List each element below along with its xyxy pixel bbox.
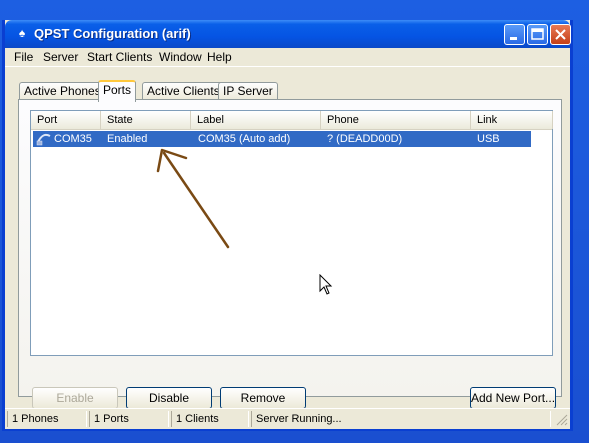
enable-button[interactable]: Enable [32,387,118,409]
column-phone[interactable]: Phone [321,111,471,129]
table-row[interactable]: COM35 Enabled COM35 (Auto add) ? (DEADD0… [33,131,531,147]
add-new-port-button[interactable]: Add New Port... [470,387,556,409]
menu-bar: File Server Start Clients Window Help [5,48,570,67]
status-bar: 1 Phones 1 Ports 1 Clients Server Runnin… [5,408,570,429]
tab-active-clients[interactable]: Active Clients [142,82,225,100]
column-state[interactable]: State [101,111,191,129]
cell-state: Enabled [107,133,148,145]
cell-link: USB [477,133,500,145]
minimize-icon [510,37,517,40]
cell-phone: ? (DEADD00D) [327,133,403,145]
resize-grip-icon[interactable] [556,414,568,429]
tab-ip-server[interactable]: IP Server [218,82,278,100]
column-label[interactable]: Label [191,111,321,129]
remove-button[interactable]: Remove [220,387,306,409]
tab-ports[interactable]: Ports [98,80,137,102]
maximize-button[interactable] [527,24,548,45]
close-icon [555,29,566,40]
status-clients: 1 Clients [171,411,249,427]
cell-label: COM35 (Auto add) [198,133,291,145]
column-link[interactable]: Link [471,111,553,129]
ports-panel: Port State Label Phone Link COM35 Enable… [18,99,562,409]
menu-help[interactable]: Help [207,50,232,64]
menu-file[interactable]: File [14,50,33,64]
ports-list[interactable]: Port State Label Phone Link COM35 Enable… [30,110,553,356]
menu-start-clients[interactable]: Start Clients [87,50,152,64]
menu-window[interactable]: Window [159,50,202,64]
menu-server[interactable]: Server [43,50,78,64]
minimize-button[interactable] [504,24,525,45]
title-bar[interactable]: ♠ QPST Configuration (arif) [5,20,571,48]
list-header: Port State Label Phone Link [31,111,553,130]
window-title: QPST Configuration (arif) [34,26,191,41]
status-ports: 1 Ports [89,411,169,427]
disable-button[interactable]: Disable [126,387,212,409]
cell-port: COM35 [54,133,92,145]
close-button[interactable] [550,24,571,45]
tab-active-phones[interactable]: Active Phones [19,82,106,100]
main-window: ♠ QPST Configuration (arif) File Server … [2,20,573,431]
maximize-icon [531,28,544,40]
column-port[interactable]: Port [31,111,101,129]
mouse-cursor-icon [319,274,333,295]
serial-port-icon [36,132,52,148]
status-phones: 1 Phones [7,411,87,427]
status-server: Server Running... [251,411,551,427]
app-icon: ♠ [18,26,26,40]
tab-strip: Active Phones Ports Active Clients IP Se… [5,80,570,102]
